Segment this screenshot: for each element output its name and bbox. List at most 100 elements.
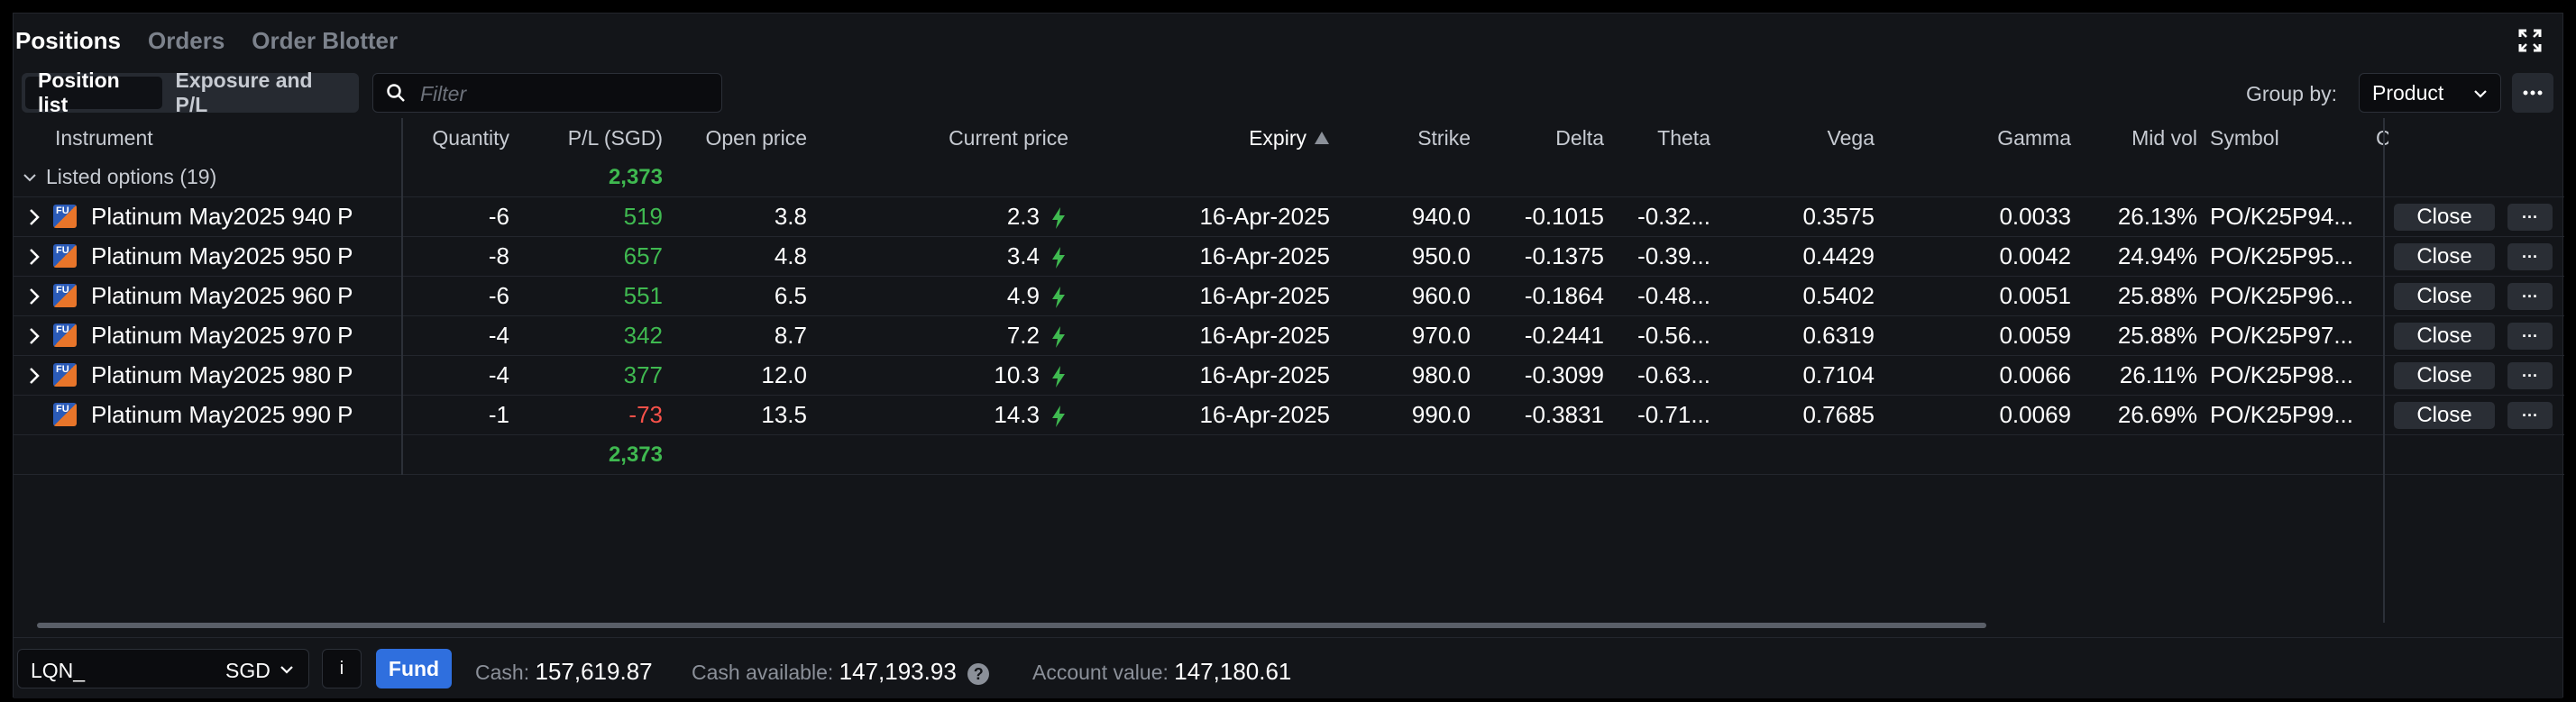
total-row: 2,373 bbox=[14, 435, 2564, 475]
table-header: Instrument Quantity P/L (SGD) Open price… bbox=[14, 118, 2564, 158]
account-id: LQN_ bbox=[31, 659, 86, 682]
row-more-button[interactable]: ··· bbox=[2507, 243, 2553, 270]
table-row[interactable]: FU Platinum May2025 950 P -8 657 4.8 16-Apr-2… bbox=[14, 237, 2564, 277]
col-quantity[interactable]: Quantity bbox=[410, 118, 509, 158]
cell-midvol: 26.69% bbox=[2117, 401, 2197, 428]
cell-strike: 970.0 bbox=[1411, 322, 1471, 349]
close-position-button[interactable]: Close bbox=[2394, 283, 2495, 310]
group-pl-total: 2,373 bbox=[608, 164, 663, 189]
help-icon[interactable]: ? bbox=[967, 662, 990, 685]
group-label: Listed options (19) bbox=[46, 165, 217, 188]
cash-available-label: Cash available: bbox=[692, 661, 834, 684]
table-row[interactable]: FU Platinum May2025 940 P -6 519 3.8 16-Apr-2… bbox=[14, 197, 2564, 237]
close-position-button[interactable]: Close bbox=[2394, 243, 2495, 270]
row-more-button[interactable]: ··· bbox=[2507, 204, 2553, 231]
table-row[interactable]: FU Platinum May2025 980 P -4 377 12.0 16-Apr-… bbox=[14, 356, 2564, 396]
row-more-button[interactable]: ··· bbox=[2507, 362, 2553, 389]
cell-theta: -0.71... bbox=[1637, 401, 1710, 428]
filter-input[interactable] bbox=[418, 74, 710, 114]
cell-pl: 551 bbox=[623, 282, 663, 309]
horizontal-scrollbar[interactable] bbox=[37, 623, 1986, 628]
chevron-down-icon bbox=[2474, 90, 2487, 98]
cell-expiry: 16-Apr-2025 bbox=[1199, 282, 1330, 309]
col-expiry[interactable]: Expiry bbox=[1168, 118, 1330, 158]
cell-open: 8.7 bbox=[774, 322, 807, 349]
cell-pl: 519 bbox=[623, 203, 663, 230]
close-position-button[interactable]: Close bbox=[2394, 402, 2495, 429]
cell-current-price: 2.3 bbox=[1006, 203, 1040, 230]
col-pl[interactable]: P/L (SGD) bbox=[536, 118, 663, 158]
col-instrument[interactable]: Instrument bbox=[55, 118, 153, 158]
search-icon bbox=[387, 84, 405, 102]
col-clipped[interactable]: C bbox=[2376, 118, 2388, 158]
table-row[interactable]: FU Platinum May2025 990 P -1 -73 13.5 16-Apr-… bbox=[14, 396, 2564, 435]
tab-order-blotter[interactable]: Order Blotter bbox=[252, 27, 398, 55]
chevron-right-icon[interactable] bbox=[28, 327, 41, 345]
position-list-toggle[interactable]: Position list bbox=[25, 68, 163, 116]
col-theta[interactable]: Theta bbox=[1618, 118, 1710, 158]
live-price-icon bbox=[1052, 326, 1065, 348]
cell-symbol: PO/K25P99... bbox=[2210, 401, 2353, 428]
cell-strike: 980.0 bbox=[1411, 361, 1471, 388]
col-vega[interactable]: Vega bbox=[1754, 118, 1875, 158]
cell-open: 3.8 bbox=[774, 203, 807, 230]
col-mid-vol[interactable]: Mid vol bbox=[2087, 118, 2197, 158]
futures-option-icon: FU bbox=[53, 284, 77, 307]
col-delta[interactable]: Delta bbox=[1492, 118, 1604, 158]
info-button[interactable]: i bbox=[322, 649, 362, 688]
close-position-button[interactable]: Close bbox=[2394, 323, 2495, 350]
col-strike[interactable]: Strike bbox=[1366, 118, 1471, 158]
cell-vega: 0.5402 bbox=[1802, 282, 1875, 309]
chevron-right-icon[interactable] bbox=[28, 248, 41, 266]
cell-open: 6.5 bbox=[774, 282, 807, 309]
col-symbol[interactable]: Symbol bbox=[2210, 118, 2279, 158]
exposure-pl-toggle[interactable]: Exposure and P/L bbox=[162, 68, 355, 116]
cell-delta: -0.1864 bbox=[1524, 282, 1604, 309]
live-price-icon bbox=[1052, 287, 1065, 308]
col-open-price[interactable]: Open price bbox=[681, 118, 807, 158]
chevron-right-icon[interactable] bbox=[28, 208, 41, 226]
row-more-button[interactable]: ··· bbox=[2507, 323, 2553, 350]
col-current-price[interactable]: Current price bbox=[879, 118, 1068, 158]
instrument-name: Platinum May2025 980 P bbox=[91, 361, 353, 388]
cell-strike: 940.0 bbox=[1411, 203, 1471, 230]
cell-symbol: PO/K25P94... bbox=[2210, 203, 2353, 230]
cell-current-price: 4.9 bbox=[1006, 282, 1040, 309]
col-gamma[interactable]: Gamma bbox=[1925, 118, 2071, 158]
cell-strike: 990.0 bbox=[1411, 401, 1471, 428]
chevron-down-icon bbox=[280, 666, 293, 674]
cell-quantity: -4 bbox=[488, 361, 509, 388]
cell-pl: 377 bbox=[623, 361, 663, 388]
close-position-button[interactable]: Close bbox=[2394, 204, 2495, 231]
row-more-button[interactable]: ··· bbox=[2507, 402, 2553, 429]
cell-vega: 0.7685 bbox=[1802, 401, 1875, 428]
group-row[interactable]: Listed options (19) 2,373 bbox=[14, 158, 2564, 197]
cell-strike: 960.0 bbox=[1411, 282, 1471, 309]
tab-positions[interactable]: Positions bbox=[15, 27, 121, 55]
chevron-right-icon[interactable] bbox=[28, 367, 41, 385]
cell-pl: 657 bbox=[623, 242, 663, 269]
fund-button[interactable]: Fund bbox=[376, 649, 452, 688]
cell-theta: -0.63... bbox=[1637, 361, 1710, 388]
table-row[interactable]: FU Platinum May2025 960 P -6 551 6.5 16-Apr-2… bbox=[14, 277, 2564, 316]
cell-expiry: 16-Apr-2025 bbox=[1199, 242, 1330, 269]
futures-option-icon: FU bbox=[53, 244, 77, 268]
more-options-button[interactable] bbox=[2512, 73, 2553, 113]
cell-current-price: 3.4 bbox=[1006, 242, 1040, 269]
cell-open: 4.8 bbox=[774, 242, 807, 269]
account-select[interactable]: LQN_ SGD bbox=[17, 649, 309, 688]
cell-symbol: PO/K25P96... bbox=[2210, 282, 2353, 309]
account-value-value: 147,180.61 bbox=[1174, 658, 1292, 685]
table-row[interactable]: FU Platinum May2025 970 P -4 342 8.7 16-Apr-2… bbox=[14, 316, 2564, 356]
row-more-button[interactable]: ··· bbox=[2507, 283, 2553, 310]
maximize-icon[interactable] bbox=[2517, 28, 2543, 53]
cash-label: Cash: bbox=[475, 661, 530, 684]
cash-available-stat: Cash available: 147,193.93 ? bbox=[692, 658, 990, 686]
tab-orders[interactable]: Orders bbox=[148, 27, 225, 55]
cell-symbol: PO/K25P95... bbox=[2210, 242, 2353, 269]
close-position-button[interactable]: Close bbox=[2394, 362, 2495, 389]
group-by-select[interactable]: Product bbox=[2359, 73, 2501, 113]
live-price-icon bbox=[1052, 366, 1065, 387]
chevron-right-icon[interactable] bbox=[28, 287, 41, 305]
cell-expiry: 16-Apr-2025 bbox=[1199, 401, 1330, 428]
